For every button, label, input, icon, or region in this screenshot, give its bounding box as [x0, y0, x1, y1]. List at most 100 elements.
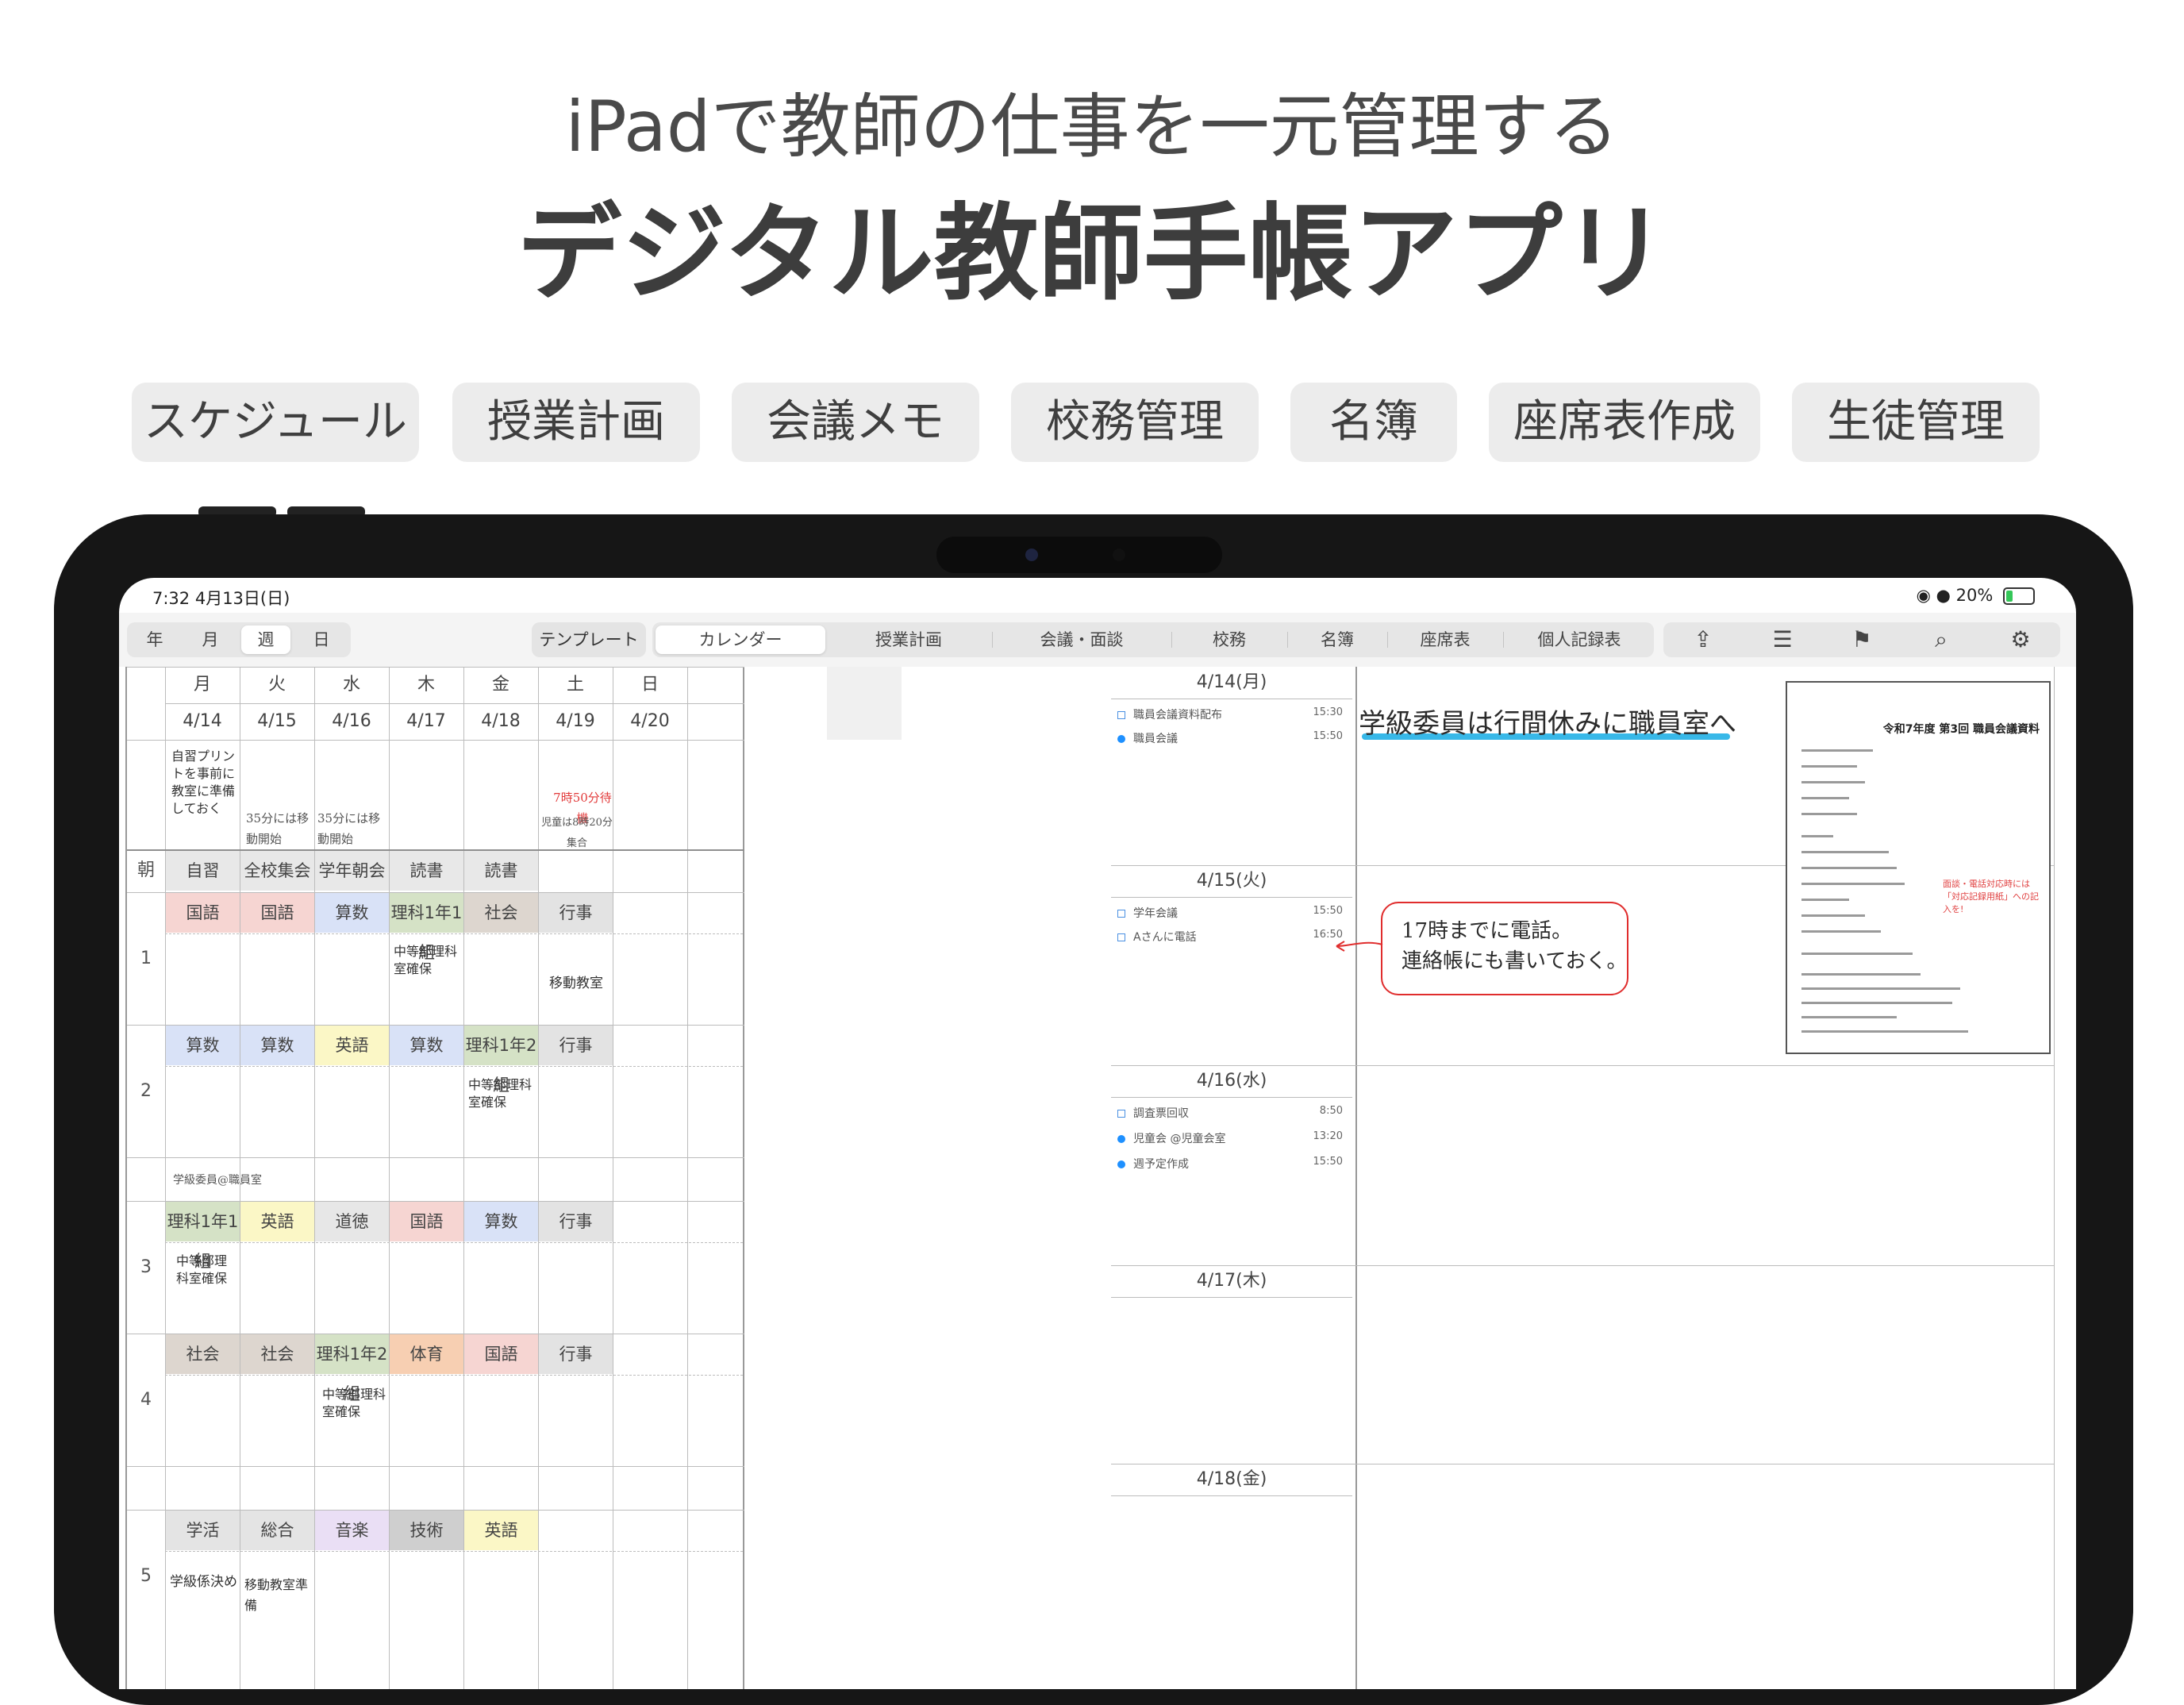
- subject-cell[interactable]: 国語: [390, 1202, 463, 1241]
- subject-cell[interactable]: 社会: [166, 1334, 240, 1374]
- day-list-0418: 4/18(金): [1111, 1464, 1352, 1662]
- tab-seating-chart[interactable]: 座席表: [1394, 625, 1497, 654]
- event-item[interactable]: 職員会議資料配布 15:30: [1117, 706, 1348, 730]
- subject-cell[interactable]: 体育: [390, 1334, 463, 1374]
- day-list-header[interactable]: 4/16(水): [1111, 1065, 1352, 1097]
- settings-icon[interactable]: ⚙: [1997, 622, 2044, 657]
- todo-checkbox-icon[interactable]: [1117, 933, 1125, 941]
- event-title: 週予定作成: [1133, 1158, 1189, 1171]
- date-header[interactable]: 4/16: [314, 703, 389, 740]
- memo-mon[interactable]: 自習プリントを事前に教室に準備しておく: [171, 748, 235, 818]
- subject-cell[interactable]: 国語: [240, 893, 314, 933]
- memo-sat-2[interactable]: 児童は8時20分集合: [541, 813, 613, 854]
- period-note[interactable]: 中等部理科室確保: [176, 1253, 236, 1287]
- date-header[interactable]: 4/19: [538, 703, 613, 740]
- morning-cell[interactable]: 学年朝会: [315, 851, 389, 891]
- day-list-header[interactable]: 4/17(木): [1111, 1265, 1352, 1297]
- event-time: 15:30: [1313, 706, 1343, 718]
- todo-checkbox-icon[interactable]: [1117, 711, 1125, 719]
- subject-cell[interactable]: 算数: [390, 1026, 463, 1065]
- event-item[interactable]: 学年会議 15:50: [1117, 905, 1348, 929]
- subject-cell[interactable]: 英語: [240, 1202, 314, 1241]
- subject-cell[interactable]: 学活: [166, 1511, 240, 1550]
- memo-wed[interactable]: 35分には移動開始: [317, 808, 386, 849]
- subject-cell[interactable]: 行事: [539, 1334, 613, 1374]
- event-item[interactable]: Aさんに電話 16:50: [1117, 929, 1348, 953]
- subject-cell[interactable]: 社会: [240, 1334, 314, 1374]
- event-title: 職員会議資料配布: [1133, 709, 1222, 722]
- subject-cell[interactable]: 総合: [240, 1511, 314, 1550]
- subject-cell[interactable]: 理科1年1組: [390, 893, 463, 962]
- subject-cell[interactable]: 英語: [315, 1026, 389, 1065]
- day-list-header[interactable]: 4/15(火): [1111, 865, 1352, 897]
- subject-cell[interactable]: 技術: [390, 1511, 463, 1550]
- morning-cell[interactable]: 読書: [464, 851, 538, 891]
- view-day[interactable]: 日: [297, 625, 346, 654]
- view-week[interactable]: 週: [241, 625, 290, 654]
- todo-checkbox-icon[interactable]: [1117, 910, 1125, 918]
- subject-cell[interactable]: 算数: [464, 1202, 538, 1241]
- tab-roster[interactable]: 名簿: [1294, 625, 1381, 654]
- handwritten-note-2b[interactable]: 連絡帳にも書いておく。: [1402, 945, 1627, 974]
- tab-calendar[interactable]: カレンダー: [656, 625, 825, 654]
- memo-tue[interactable]: 35分には移動開始: [246, 808, 313, 849]
- subject-cell[interactable]: 国語: [166, 893, 240, 933]
- subject-cell[interactable]: 理科1年2組: [315, 1334, 389, 1403]
- period-note[interactable]: 移動教室: [543, 973, 609, 994]
- bookmark-icon[interactable]: ⚑: [1838, 622, 1886, 657]
- view-year[interactable]: 年: [130, 625, 179, 654]
- subject-cell[interactable]: 算数: [240, 1026, 314, 1065]
- view-month[interactable]: 月: [186, 625, 235, 654]
- subject-cell[interactable]: 算数: [315, 893, 389, 933]
- subject-cell[interactable]: 音楽: [315, 1511, 389, 1550]
- weekly-timetable: 月 火 水 木 金 土 日 4/14 4/15 4/16 4/17 4/18 4…: [125, 667, 1106, 1689]
- break-note[interactable]: 学級委員@職員室: [173, 1170, 316, 1191]
- subject-cell[interactable]: 行事: [539, 1026, 613, 1065]
- battery-percent: 20%: [1955, 586, 1994, 605]
- date-header[interactable]: 4/17: [389, 703, 463, 740]
- meeting-document-page[interactable]: 令和7年度 第3回 職員会議資料 面談・電話対応時には「対応記録用紙」への記入を…: [1786, 681, 2051, 1054]
- morning-cell[interactable]: 読書: [390, 851, 463, 891]
- subject-cell[interactable]: 国語: [464, 1334, 538, 1374]
- event-item[interactable]: 週予定作成 15:50: [1117, 1156, 1348, 1180]
- todo-checkbox-icon[interactable]: [1117, 1110, 1125, 1118]
- period-note[interactable]: 中等部理科室確保: [394, 943, 460, 978]
- period-note[interactable]: 中等部理科室確保: [322, 1386, 386, 1421]
- template-button[interactable]: テンプレート: [532, 622, 646, 657]
- event-item[interactable]: 調査票回収 8:50: [1117, 1105, 1348, 1129]
- period-note[interactable]: 学級係決め: [170, 1572, 240, 1592]
- subject-cell[interactable]: 理科1年2組: [464, 1026, 538, 1095]
- search-icon[interactable]: ⌕: [1917, 622, 1965, 657]
- tab-school-affairs[interactable]: 校務: [1178, 625, 1281, 654]
- list-icon[interactable]: ☰: [1759, 622, 1806, 657]
- handwritten-note-2a[interactable]: 17時までに電話。: [1402, 914, 1572, 944]
- handwritten-note-1[interactable]: 学級委員は行間休みに職員室へ: [1359, 702, 1736, 741]
- period-note[interactable]: 中等部理科室確保: [468, 1076, 535, 1111]
- tab-lesson-plan[interactable]: 授業計画: [833, 625, 984, 654]
- day-list-header[interactable]: 4/14(月): [1111, 667, 1352, 699]
- doc-text-line: [1801, 835, 1833, 837]
- date-header[interactable]: 4/15: [240, 703, 314, 740]
- period-note[interactable]: 移動教室準備: [244, 1575, 314, 1616]
- date-header[interactable]: 4/14: [165, 703, 240, 740]
- date-header[interactable]: 4/20: [613, 703, 687, 740]
- day-list-header[interactable]: 4/18(金): [1111, 1464, 1352, 1495]
- event-item[interactable]: 職員会議 15:50: [1117, 730, 1348, 754]
- subject-cell[interactable]: 行事: [539, 1202, 613, 1241]
- share-icon[interactable]: ⇪: [1679, 622, 1727, 657]
- subject-cell[interactable]: 社会: [464, 893, 538, 933]
- dashed-divider: [165, 1242, 743, 1243]
- tab-meetings[interactable]: 会議・面談: [998, 625, 1165, 654]
- tab-personal-records[interactable]: 個人記録表: [1509, 625, 1649, 654]
- grid-line: [687, 667, 688, 1689]
- grid-line: [1111, 1495, 1352, 1496]
- subject-cell[interactable]: 算数: [166, 1026, 240, 1065]
- morning-cell[interactable]: 全校集会: [240, 851, 314, 891]
- event-item[interactable]: 児童会 @児童会室 13:20: [1117, 1130, 1348, 1154]
- subject-cell[interactable]: 理科1年1組: [166, 1202, 240, 1271]
- subject-cell[interactable]: 英語: [464, 1511, 538, 1550]
- date-header[interactable]: 4/18: [463, 703, 538, 740]
- subject-cell[interactable]: 行事: [539, 893, 613, 933]
- subject-cell[interactable]: 道徳: [315, 1202, 389, 1241]
- morning-cell[interactable]: 自習: [166, 851, 240, 891]
